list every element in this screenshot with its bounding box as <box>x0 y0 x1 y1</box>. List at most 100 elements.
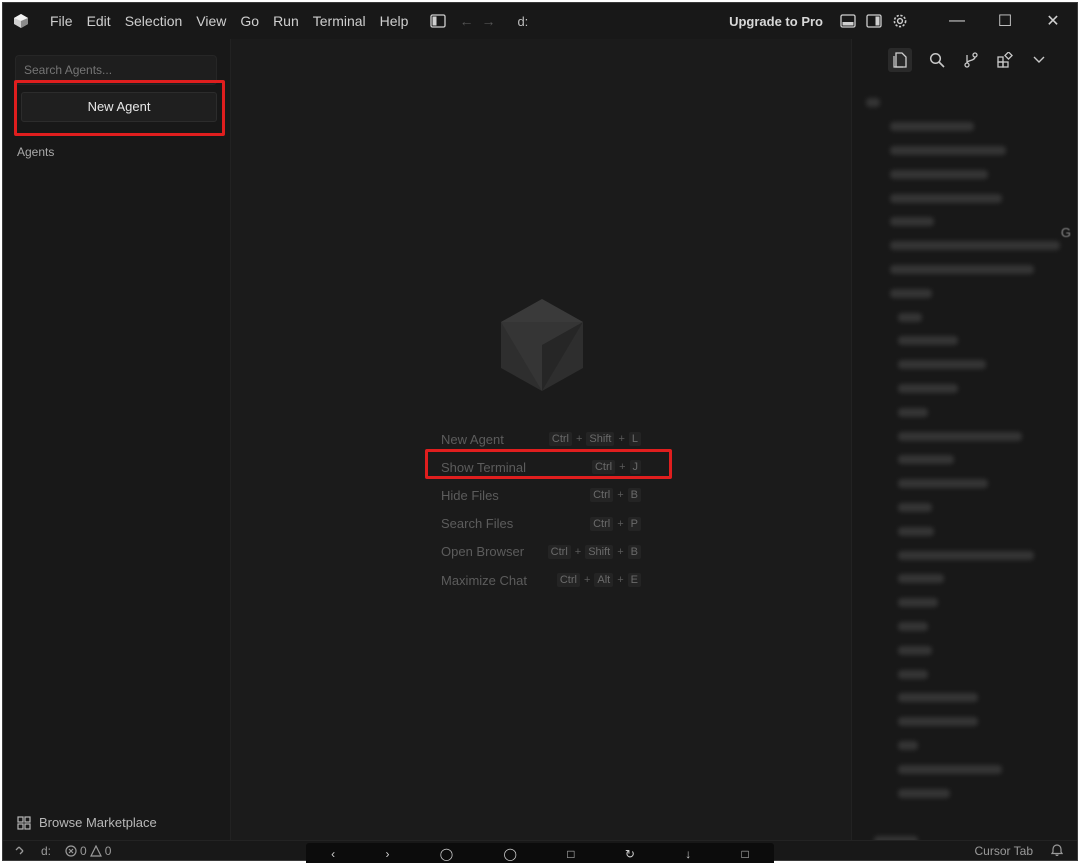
editor-empty-area: New Agent Ctrl + Shift + L Show Terminal C… <box>231 39 851 842</box>
shortcut-label: Search Files <box>441 516 514 532</box>
source-control-icon[interactable] <box>962 51 980 69</box>
tree-item[interactable] <box>852 329 1077 353</box>
search-agents-input[interactable] <box>15 55 217 85</box>
viewer-zoom-out-icon[interactable]: ◯ <box>440 847 453 861</box>
file-tree <box>852 91 1077 860</box>
agents-sidebar: New Agent Agents Browse Marketplace <box>3 39 231 842</box>
key-cap: B <box>627 544 641 559</box>
tree-item[interactable] <box>852 805 1077 829</box>
app-window: File Edit Selection View Go Run Terminal… <box>2 2 1078 861</box>
error-count: 0 <box>80 843 87 858</box>
back-arrow-icon[interactable]: ← <box>459 13 473 29</box>
viewer-download-icon[interactable]: ↓ <box>685 847 691 861</box>
remote-indicator-icon[interactable] <box>15 843 27 858</box>
tree-item[interactable] <box>852 377 1077 401</box>
tree-item[interactable] <box>852 281 1077 305</box>
viewer-zoom-in-icon[interactable]: ◯ <box>504 847 517 861</box>
tree-item[interactable] <box>852 210 1077 234</box>
tree-item[interactable] <box>852 234 1077 258</box>
minimize-icon[interactable]: — <box>933 3 981 39</box>
tree-item[interactable] <box>852 638 1077 662</box>
explorer-sidebar: G <box>851 39 1077 860</box>
files-icon[interactable] <box>888 48 912 72</box>
key-cap: J <box>629 460 641 475</box>
tree-item[interactable] <box>852 710 1077 734</box>
viewer-prev-icon[interactable]: ‹ <box>331 847 335 861</box>
key-cap: Shift <box>586 432 615 447</box>
tree-item[interactable] <box>852 781 1077 805</box>
tree-item[interactable] <box>852 448 1077 472</box>
upgrade-to-pro-button[interactable]: Upgrade to Pro <box>729 14 823 29</box>
search-icon[interactable] <box>928 51 946 69</box>
toggle-primary-sidebar-icon[interactable] <box>429 12 447 30</box>
tree-item[interactable] <box>852 543 1077 567</box>
warning-count: 0 <box>104 843 112 858</box>
key-cap: Ctrl <box>590 516 614 531</box>
chevron-down-icon[interactable] <box>1030 51 1048 69</box>
tree-item[interactable] <box>852 496 1077 520</box>
viewer-fit-icon[interactable]: □ <box>567 847 574 861</box>
menu-terminal[interactable]: Terminal <box>306 3 373 39</box>
forward-arrow-icon[interactable]: → <box>481 13 495 29</box>
menu-bar: File Edit Selection View Go Run Terminal… <box>43 3 415 39</box>
menu-run[interactable]: Run <box>266 3 306 39</box>
app-logo-icon <box>14 14 28 28</box>
menu-selection[interactable]: Selection <box>118 3 190 39</box>
tree-item[interactable] <box>852 615 1077 639</box>
tree-item[interactable] <box>852 353 1077 377</box>
menu-edit[interactable]: Edit <box>80 3 118 39</box>
cursor-tab-status[interactable]: Cursor Tab <box>975 844 1033 858</box>
menu-go[interactable]: Go <box>233 3 266 39</box>
shortcut-list: New Agent Ctrl + Shift + L Show Terminal C… <box>441 425 641 594</box>
shortcut-maximize-chat: Maximize Chat Ctrl + Alt + E <box>441 566 641 594</box>
tree-item[interactable] <box>852 115 1077 139</box>
viewer-next-icon[interactable]: › <box>385 847 389 861</box>
shortcut-label: Show Terminal <box>441 459 527 475</box>
toggle-secondary-sidebar-icon[interactable] <box>865 12 883 30</box>
menu-view[interactable]: View <box>189 3 233 39</box>
toggle-panel-icon[interactable] <box>839 12 857 30</box>
tree-item[interactable] <box>852 91 1077 115</box>
tree-item[interactable] <box>852 400 1077 424</box>
shortcut-search-files: Search Files Ctrl + P <box>441 510 641 538</box>
tree-item[interactable] <box>852 472 1077 496</box>
extensions-icon[interactable] <box>996 51 1014 69</box>
key-cap: Ctrl <box>548 432 572 447</box>
notifications-bell-icon[interactable] <box>1050 843 1064 859</box>
menu-file[interactable]: File <box>43 3 80 39</box>
tree-item[interactable] <box>852 258 1077 282</box>
tree-item[interactable] <box>852 686 1077 710</box>
shortcut-show-terminal: Show Terminal Ctrl + J <box>441 453 641 481</box>
key-cap: Ctrl <box>591 460 616 475</box>
new-agent-button[interactable]: New Agent <box>21 92 217 122</box>
key-cap: Ctrl <box>590 488 614 503</box>
title-bar: File Edit Selection View Go Run Terminal… <box>3 3 1077 39</box>
tree-item[interactable] <box>852 424 1077 448</box>
marketplace-icon <box>17 815 31 830</box>
shortcut-label: Open Browser <box>441 544 525 560</box>
tree-item[interactable] <box>852 162 1077 186</box>
tree-item[interactable] <box>852 662 1077 686</box>
tree-item[interactable] <box>852 591 1077 615</box>
shortcut-hide-files: Hide Files Ctrl + B <box>441 481 641 509</box>
browse-marketplace-button[interactable]: Browse Marketplace <box>17 815 157 830</box>
key-cap: Ctrl <box>547 544 571 559</box>
menu-help[interactable]: Help <box>373 3 416 39</box>
tree-item[interactable] <box>852 139 1077 163</box>
viewer-rotate-icon[interactable]: ↻ <box>625 847 635 861</box>
tree-item[interactable] <box>852 567 1077 591</box>
shortcut-label: Hide Files <box>441 487 499 503</box>
viewer-fullscreen-icon[interactable]: □ <box>742 847 749 861</box>
tree-item[interactable] <box>852 734 1077 758</box>
shortcut-label: Maximize Chat <box>441 572 527 588</box>
maximize-icon[interactable]: ☐ <box>981 3 1029 39</box>
problems-indicator[interactable]: 0 0 <box>65 844 111 858</box>
shortcut-label: New Agent <box>441 431 504 447</box>
tree-item[interactable] <box>852 186 1077 210</box>
tree-item[interactable] <box>852 519 1077 543</box>
tree-item[interactable] <box>852 305 1077 329</box>
explorer-toolbar <box>852 39 1077 81</box>
tree-item[interactable] <box>852 757 1077 781</box>
close-icon[interactable]: ✕ <box>1029 3 1077 39</box>
settings-gear-icon[interactable] <box>891 12 909 30</box>
